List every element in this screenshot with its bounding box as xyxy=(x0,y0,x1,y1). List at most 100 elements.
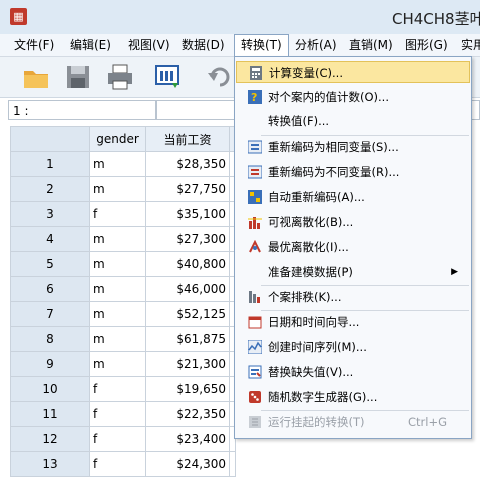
cell-salary[interactable]: $24,300 xyxy=(145,451,230,477)
menu-item-rank-cases[interactable]: 个案排秩(K)... xyxy=(236,286,470,308)
row-number[interactable]: 6 xyxy=(10,276,90,302)
grid-corner[interactable] xyxy=(10,126,90,152)
column-header-gender[interactable]: gender xyxy=(89,126,146,152)
count-question-icon: ? xyxy=(248,90,262,104)
time-series-icon xyxy=(248,340,262,354)
cell-gender[interactable]: f xyxy=(89,426,146,452)
menu-bar: 文件(F) 编辑(E) 视图(V) 数据(D) 转换(T) 分析(A) 直销(M… xyxy=(0,34,480,57)
cell-salary[interactable]: $23,400 xyxy=(145,426,230,452)
optimal-binning-icon xyxy=(249,240,261,253)
save-icon[interactable] xyxy=(64,63,92,91)
table-row: 5 m $40,800 xyxy=(10,251,236,277)
window-title: CH4CH8茎叶 xyxy=(392,10,480,28)
menu-item-optimal-binning[interactable]: 最优离散化(I)... xyxy=(236,236,470,258)
cell-gender[interactable]: m xyxy=(89,301,146,327)
run-pending-icon xyxy=(249,416,261,428)
row-number[interactable]: 4 xyxy=(10,226,90,252)
menu-item-compute-variable[interactable]: 计算变量(C)... xyxy=(236,61,470,83)
menu-item-visual-binning[interactable]: 可视离散化(B)... xyxy=(236,211,470,233)
menu-view[interactable]: 视图(V) xyxy=(122,34,176,56)
menu-item-date-time-wizard[interactable]: 日期和时间向导... xyxy=(236,311,470,333)
menu-data[interactable]: 数据(D) xyxy=(176,34,231,56)
calculator-icon xyxy=(250,66,262,80)
menu-item-recode-different[interactable]: 重新编码为不同变量(R)... xyxy=(236,161,470,183)
table-row: 3 f $35,100 xyxy=(10,201,236,227)
cell-salary[interactable]: $46,000 xyxy=(145,276,230,302)
cell-salary[interactable]: $27,300 xyxy=(145,226,230,252)
menu-item-replace-missing[interactable]: 替换缺失值(V)... xyxy=(236,361,470,383)
cell-gender[interactable]: m xyxy=(89,251,146,277)
submenu-arrow-icon: ▶ xyxy=(451,267,458,277)
menu-file[interactable]: 文件(F) xyxy=(8,34,60,56)
recode-same-icon xyxy=(248,140,262,154)
menu-item-prepare-modeling[interactable]: 准备建模数据(P) ▶ xyxy=(236,261,470,283)
menu-transform[interactable]: 转换(T) xyxy=(234,34,289,56)
menu-item-shift-values[interactable]: 转换值(F)... xyxy=(236,110,470,132)
row-number[interactable]: 5 xyxy=(10,251,90,277)
menu-item-recode-same[interactable]: 重新编码为相同变量(S)... xyxy=(236,136,470,158)
cell-salary[interactable]: $61,875 xyxy=(145,326,230,352)
table-row: 9 m $21,300 xyxy=(10,351,236,377)
dialog-recall-icon[interactable] xyxy=(154,63,182,91)
table-row: 12 f $23,400 xyxy=(10,426,236,452)
cell-salary[interactable]: $40,800 xyxy=(145,251,230,277)
cell-salary[interactable]: $19,650 xyxy=(145,376,230,402)
cell-salary[interactable]: $21,300 xyxy=(145,351,230,377)
column-header-salary[interactable]: 当前工资 xyxy=(145,126,230,152)
menu-direct-marketing[interactable]: 直销(M) xyxy=(343,34,399,56)
cell-gender[interactable]: m xyxy=(89,226,146,252)
cell-salary[interactable]: $28,350 xyxy=(145,151,230,177)
cell-gender[interactable]: m xyxy=(89,176,146,202)
row-number[interactable]: 12 xyxy=(10,426,90,452)
table-row: 1 m $28,350 xyxy=(10,151,236,177)
data-grid: gender 当前工资 1 m $28,350 2 m $27,750 3 f $35,10… xyxy=(10,126,236,477)
cell-gender[interactable]: m xyxy=(89,151,146,177)
table-row: 10 f $19,650 xyxy=(10,376,236,402)
menu-graphs[interactable]: 图形(G) xyxy=(399,34,454,56)
table-row: 8 m $61,875 xyxy=(10,326,236,352)
row-number[interactable]: 8 xyxy=(10,326,90,352)
menu-edit[interactable]: 编辑(E) xyxy=(64,34,117,56)
menu-item-random-number[interactable]: 随机数字生成器(G)... xyxy=(236,386,470,408)
cell-salary[interactable]: $52,125 xyxy=(145,301,230,327)
svg-text:?: ? xyxy=(251,91,257,104)
recode-different-icon xyxy=(248,165,262,179)
menu-utilities[interactable]: 实用 xyxy=(455,34,480,56)
shortcut-label: Ctrl+G xyxy=(408,415,448,429)
cell-gender[interactable]: m xyxy=(89,276,146,302)
cell-salary[interactable]: $22,350 xyxy=(145,401,230,427)
table-row: 6 m $46,000 xyxy=(10,276,236,302)
table-row: 4 m $27,300 xyxy=(10,226,236,252)
cell-salary[interactable]: $27,750 xyxy=(145,176,230,202)
calendar-icon xyxy=(248,316,262,329)
menu-item-create-time-series[interactable]: 创建时间序列(M)... xyxy=(236,336,470,358)
table-row: 2 m $27,750 xyxy=(10,176,236,202)
row-number[interactable]: 13 xyxy=(10,451,90,477)
cell-gender[interactable]: f xyxy=(89,376,146,402)
cell-gender[interactable]: f xyxy=(89,451,146,477)
cell-gender[interactable]: m xyxy=(89,351,146,377)
cell-gender[interactable]: f xyxy=(89,401,146,427)
row-number[interactable]: 7 xyxy=(10,301,90,327)
menu-item-automatic-recode[interactable]: 自动重新编码(A)... xyxy=(236,186,470,208)
cell-gender[interactable]: m xyxy=(89,326,146,352)
cell-gender[interactable]: f xyxy=(89,201,146,227)
auto-recode-icon xyxy=(248,190,262,204)
row-number[interactable]: 10 xyxy=(10,376,90,402)
cell-salary[interactable]: $35,100 xyxy=(145,201,230,227)
rank-cases-icon xyxy=(249,291,260,303)
menu-analyze[interactable]: 分析(A) xyxy=(289,34,343,56)
open-folder-icon[interactable] xyxy=(22,63,50,91)
replace-missing-icon xyxy=(248,365,262,379)
row-number[interactable]: 11 xyxy=(10,401,90,427)
transform-menu: 计算变量(C)... ? 对个案内的值计数(O)... 转换值(F)... 重新… xyxy=(234,56,472,439)
row-number[interactable]: 9 xyxy=(10,351,90,377)
title-bar: ▦ CH4CH8茎叶 xyxy=(0,0,480,34)
row-number[interactable]: 3 xyxy=(10,201,90,227)
print-icon[interactable] xyxy=(106,63,134,91)
row-number[interactable]: 1 xyxy=(10,151,90,177)
menu-item-count-values[interactable]: ? 对个案内的值计数(O)... xyxy=(236,86,470,108)
undo-icon[interactable] xyxy=(206,63,234,91)
row-number[interactable]: 2 xyxy=(10,176,90,202)
table-row: 11 f $22,350 xyxy=(10,401,236,427)
